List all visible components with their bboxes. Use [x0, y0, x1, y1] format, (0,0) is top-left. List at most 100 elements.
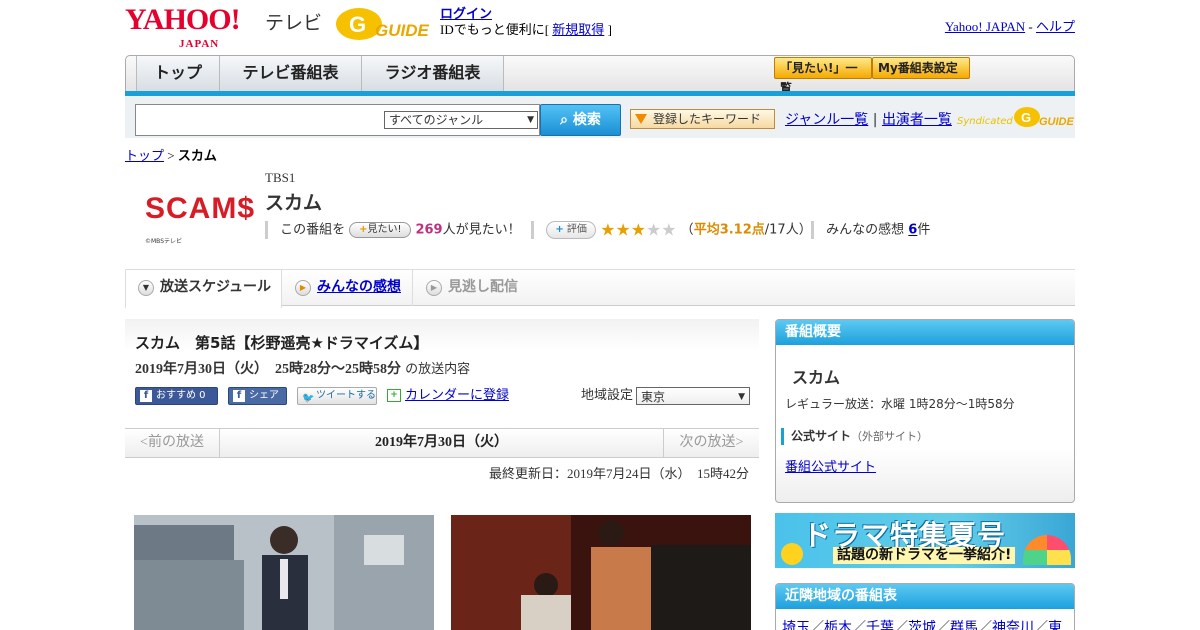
- signup-link[interactable]: 新規取得: [552, 22, 604, 37]
- yahoo-japan-link[interactable]: Yahoo! JAPAN: [945, 19, 1025, 34]
- login-link[interactable]: ログイン: [440, 6, 492, 21]
- region-separator: ／: [852, 620, 866, 630]
- breadcrumb-current: スカム: [177, 148, 217, 163]
- summary-header: 番組概要: [776, 320, 1074, 345]
- banner-subtitle: 話題の新ドラマを一挙紹介!: [833, 547, 1016, 564]
- tab-label: みんなの感想: [317, 279, 401, 295]
- tab-label: 見逃し配信: [448, 279, 518, 295]
- search-links: ジャンル一覧 | 出演者一覧: [785, 109, 952, 129]
- svg-text:GUIDE: GUIDE: [375, 21, 430, 40]
- rate-button-label: 評価: [566, 224, 587, 235]
- episode-photo-fight: [451, 515, 751, 630]
- search-link-separator: |: [872, 112, 878, 128]
- search-button-label: 検索: [572, 112, 601, 128]
- star-icon: ★: [615, 220, 631, 240]
- drama-special-banner[interactable]: ドラマ特集夏号 話題の新ドラマを一挙紹介!: [775, 513, 1075, 568]
- yahoo-japan-logo[interactable]: YAHOO! JAPAN: [125, 5, 241, 51]
- global-nav: トップ テレビ番組表 ラジオ番組表 「見たい!」一覧 My番組表設定: [125, 55, 1075, 95]
- want-button[interactable]: +見たい!: [349, 222, 412, 238]
- cast-list-link[interactable]: 出演者一覧: [882, 112, 952, 128]
- want-prefix: この番組を: [280, 222, 346, 238]
- header-link-separator: -: [1028, 19, 1033, 34]
- calendar-label: カレンダーに登録: [405, 388, 510, 403]
- rate-button[interactable]: + 評価: [546, 221, 597, 239]
- official-site-note: （外部サイト）: [851, 430, 929, 443]
- header-links: Yahoo! JAPAN - ヘルプ: [945, 16, 1075, 35]
- episode-panel: スカム 第5話【杉野遥亮★ドラマイズム】 2019年7月30日（火） 25時28…: [125, 319, 759, 424]
- rating-stat: + 評価 ★★★★★ （平均3.12点/17人）: [531, 221, 812, 240]
- syndicated-label: Syndicated: [957, 116, 1013, 127]
- chevron-down-icon: ▼: [138, 280, 154, 296]
- star-icon: ★: [646, 220, 662, 240]
- tab-catchup[interactable]: ▶ 見逃し配信: [414, 270, 554, 306]
- program-logo: SCAM$ ©MBSテレビ: [145, 192, 254, 250]
- want-suffix: 人が見たい！: [442, 222, 521, 238]
- search-bar: すべてのジャンル ▼ ⌕ 検索 登録したキーワード ジャンル一覧 | 出演者一覧…: [125, 96, 1075, 138]
- official-site-label: 公式サイト: [791, 429, 852, 443]
- nearby-region-link[interactable]: 東: [1048, 620, 1062, 630]
- program-summary-panel: 番組概要 スカム レギュラー放送：水曜 1時28分～1時58分 公式サイト（外部…: [775, 319, 1075, 503]
- nearby-region-link[interactable]: 神奈川: [992, 620, 1034, 630]
- breadcrumb: トップ > スカム: [125, 145, 217, 164]
- plus-icon: +: [555, 224, 564, 235]
- episode-title: スカム 第5話【杉野遥亮★ドラマイズム】: [135, 334, 429, 352]
- nav-tab-radio-schedule[interactable]: ラジオ番組表: [362, 56, 504, 91]
- impressions-count-link[interactable]: 6: [908, 223, 917, 238]
- facebook-share-button[interactable]: f シェア: [228, 387, 287, 405]
- nav-tab-tv-schedule[interactable]: テレビ番組表: [220, 56, 362, 91]
- want-list-button[interactable]: 「見たい!」一覧: [774, 57, 872, 95]
- tab-impressions[interactable]: ▶ みんなの感想: [283, 270, 413, 306]
- episode-datetime-value: 2019年7月30日（火） 25時28分～25時58分: [135, 362, 401, 377]
- play-icon: ▶: [295, 280, 311, 296]
- breadcrumb-top-link[interactable]: トップ: [125, 148, 164, 163]
- search-icon: ⌕: [560, 112, 568, 128]
- stat-divider: [811, 221, 814, 239]
- regular-broadcast: レギュラー放送：水曜 1時28分～1時58分: [785, 397, 1015, 411]
- nearby-region-link[interactable]: 千葉: [866, 620, 894, 630]
- nearby-region-link[interactable]: 茨城: [908, 620, 936, 630]
- episode-photo: [451, 515, 751, 630]
- last-updated-label: 最終更新日：: [488, 467, 567, 482]
- genre-list-link[interactable]: ジャンル一覧: [785, 112, 868, 128]
- gguide-small-logo: G GUIDE: [1014, 107, 1075, 128]
- impressions-suffix: 件: [917, 222, 931, 238]
- region-separator: ／: [978, 620, 992, 630]
- next-broadcast-link[interactable]: 次の放送>: [663, 429, 759, 457]
- region-select[interactable]: 東京 ▼: [636, 387, 750, 405]
- want-stat: この番組を +見たい! 269人が見たい！: [265, 221, 521, 240]
- channel-name: TBS1: [265, 170, 296, 185]
- nearby-region-link[interactable]: 群馬: [950, 620, 978, 630]
- sun-icon: [781, 543, 803, 565]
- twitter-icon: 🐦: [302, 393, 315, 404]
- help-link[interactable]: ヘルプ: [1036, 19, 1075, 34]
- my-schedule-settings-button[interactable]: My番組表設定: [872, 57, 970, 79]
- triangle-down-icon: [635, 114, 647, 124]
- nearby-region-link[interactable]: 栃木: [824, 620, 852, 630]
- facebook-share-label: シェア: [249, 390, 279, 401]
- nearby-region-list: 埼玉／栃木／千葉／茨城／群馬／神奈川／東: [782, 617, 1062, 630]
- want-count: 269: [415, 222, 443, 238]
- add-to-calendar-link[interactable]: + カレンダーに登録: [387, 387, 509, 405]
- official-site-link[interactable]: 番組公式サイト: [785, 456, 876, 475]
- registered-keyword-button[interactable]: 登録したキーワード: [630, 109, 775, 129]
- yahoo-logo-sub: JAPAN: [179, 38, 220, 50]
- nearby-region-link[interactable]: 埼玉: [782, 620, 810, 630]
- genre-select[interactable]: すべてのジャンル ▼: [384, 111, 538, 129]
- summary-program-name: スカム: [792, 368, 841, 387]
- official-site-heading: 公式サイト（外部サイト）: [781, 428, 928, 445]
- gguide-logo: G GUIDE: [336, 8, 430, 40]
- nav-tab-top[interactable]: トップ: [136, 56, 220, 91]
- current-broadcast-date: 2019年7月30日（火）: [375, 435, 508, 450]
- region-label: 地域設定: [581, 388, 634, 403]
- chevron-down-icon: ▼: [527, 115, 534, 125]
- region-setting: 地域設定 東京 ▼: [581, 387, 750, 405]
- prev-broadcast-link[interactable]: <前の放送: [125, 429, 220, 457]
- svg-text:G: G: [349, 12, 366, 37]
- tab-broadcast-schedule[interactable]: ▼ 放送スケジュール: [125, 270, 282, 308]
- tweet-button[interactable]: 🐦 ツイートする: [297, 387, 377, 405]
- facebook-recommend-button[interactable]: f おすすめ 0: [135, 387, 218, 405]
- tweet-label: ツイートする: [316, 390, 376, 401]
- search-button[interactable]: ⌕ 検索: [540, 104, 621, 136]
- nearby-schedules-panel: 近隣地域の番組表 埼玉／栃木／千葉／茨城／群馬／神奈川／東: [775, 583, 1075, 630]
- genre-select-value: すべてのジャンル: [389, 113, 484, 127]
